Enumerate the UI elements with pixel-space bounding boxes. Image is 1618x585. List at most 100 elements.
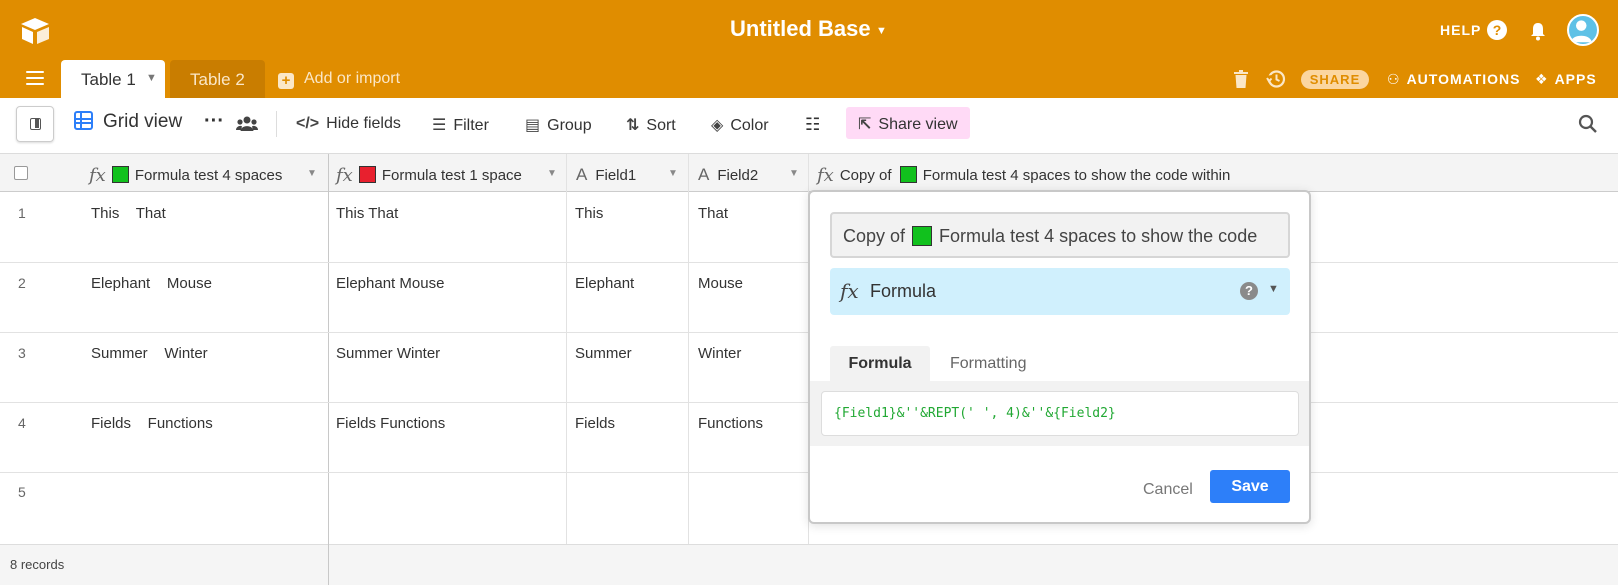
column-name: Formula test 4 spaces (134, 167, 283, 184)
cancel-button[interactable]: Cancel (1143, 481, 1193, 499)
table-cell[interactable]: Fields (575, 415, 615, 432)
table-cell[interactable]: This That (336, 205, 398, 222)
row-divider (1311, 332, 1618, 333)
base-title-chevron-down-icon[interactable]: ▼ (876, 25, 887, 37)
hide-fields-button[interactable]: </> Hide fields (296, 115, 401, 133)
column-header-copy-of-formula[interactable]: fx Copy of Formula test 4 spaces to show … (817, 154, 1617, 192)
table-cell[interactable]: Fields Functions (336, 415, 445, 432)
table-cell[interactable]: That (698, 205, 728, 222)
share-view-button[interactable]: ⇱ Share view (846, 107, 970, 139)
group-button[interactable]: ▤ Group (525, 115, 592, 135)
column-divider (688, 154, 689, 544)
column-chevron-down-icon[interactable]: ▼ (789, 168, 799, 179)
automations-button[interactable]: ⚇ AUTOMATIONS (1387, 71, 1520, 88)
tab-formatting[interactable]: Formatting (950, 355, 1026, 373)
save-button[interactable]: Save (1210, 470, 1290, 503)
column-chevron-down-icon[interactable]: ▼ (547, 168, 557, 179)
row-divider (0, 332, 810, 333)
table-cell[interactable]: Elephant (575, 275, 634, 292)
field-name-input[interactable]: Copy of Formula test 4 spaces to show the… (830, 212, 1290, 258)
color-button[interactable]: ◈ Color (711, 115, 769, 135)
more-icon[interactable]: ··· (204, 110, 224, 133)
row-divider (0, 262, 810, 263)
automations-label: AUTOMATIONS (1406, 71, 1521, 87)
red-square-icon (358, 166, 376, 183)
search-icon[interactable] (1578, 114, 1598, 134)
table-cell[interactable]: Fields Functions (91, 415, 213, 432)
add-or-import-button[interactable]: + Add or import (278, 70, 400, 89)
column-header-formula-test-1-space[interactable]: fx Formula test 1 space ▼ (336, 154, 566, 192)
frozen-column-divider (328, 154, 329, 585)
tab-chevron-down-icon[interactable]: ▼ (146, 72, 157, 84)
row-divider (1311, 262, 1618, 263)
field-type-label: Formula (870, 281, 937, 301)
column-name-suffix: Formula test 4 spaces to show the code w… (922, 167, 1231, 184)
field-editor-popup: Copy of Formula test 4 spaces to show the… (808, 190, 1311, 524)
hide-fields-icon: </> (296, 115, 320, 132)
table-cell[interactable]: Mouse (698, 275, 743, 292)
help-icon[interactable]: ? (1487, 20, 1507, 40)
record-count: 8 records (10, 557, 65, 572)
row-number: 4 (18, 415, 26, 431)
history-icon[interactable] (1266, 69, 1286, 89)
toolbar-divider (276, 111, 277, 137)
bell-icon[interactable] (1527, 20, 1549, 42)
share-view-icon: ⇱ (858, 116, 872, 133)
sort-button[interactable]: ⇅ Sort (626, 115, 676, 135)
table-cell[interactable]: Functions (698, 415, 763, 432)
table-cell[interactable]: Summer Winter (91, 345, 208, 362)
view-name: Grid view (103, 111, 183, 132)
base-title[interactable]: Untitled Base (730, 16, 871, 42)
text-field-icon: A (698, 165, 710, 184)
select-all-checkbox[interactable] (14, 166, 28, 180)
app-header: Untitled Base ▼ HELP ? Table 1 ▼ Table 2… (0, 0, 1618, 98)
field-name-prefix: Copy of (843, 226, 906, 246)
filter-button[interactable]: ☰ Filter (432, 115, 489, 135)
row-number: 3 (18, 345, 26, 361)
tab-table-1[interactable]: Table 1 ▼ (61, 60, 165, 98)
share-button[interactable]: SHARE (1301, 70, 1369, 89)
green-square-icon (111, 166, 129, 183)
sort-icon: ⇅ (626, 117, 640, 134)
field-type-select[interactable]: fx Formula ? ▼ (830, 268, 1290, 315)
sidebar-toggle-icon[interactable] (16, 106, 54, 142)
table-cell[interactable]: Winter (698, 345, 741, 362)
airtable-logo-icon[interactable] (18, 16, 52, 46)
table-cell[interactable]: This (575, 205, 603, 222)
column-header-field1[interactable]: A Field1 ▼ (576, 154, 688, 192)
table-cell[interactable]: This That (91, 205, 166, 222)
formula-field-icon: fx (817, 165, 834, 186)
trash-icon[interactable] (1234, 70, 1248, 88)
help-icon[interactable]: ? (1240, 282, 1258, 300)
formula-input[interactable]: {Field1}&''&REPT(' ', 4)&''&{Field2} (821, 391, 1299, 436)
view-switcher[interactable]: Grid view (74, 111, 182, 133)
color-label: Color (730, 117, 769, 134)
table-cell[interactable]: Elephant Mouse (91, 275, 212, 292)
help-link[interactable]: HELP (1440, 22, 1481, 38)
frozen-column-divider (328, 544, 329, 585)
column-header-formula-test-4-spaces[interactable]: fx Formula test 4 spaces ▼ (89, 154, 318, 192)
user-avatar-icon[interactable] (1567, 14, 1599, 46)
sort-label: Sort (646, 117, 676, 134)
tab-label: Table 1 (81, 70, 136, 89)
row-height-icon[interactable]: ☷ (805, 115, 820, 135)
view-toolbar: Grid view ··· </> Hide fields ☰ Filter ▤ Gr… (0, 98, 1618, 154)
column-header-field2[interactable]: A Field2 ▼ (698, 154, 802, 192)
apps-button[interactable]: ❖ APPS (1535, 71, 1597, 88)
table-cell[interactable]: Summer (575, 345, 632, 362)
row-divider (1311, 472, 1618, 473)
table-cell[interactable]: Summer Winter (336, 345, 440, 362)
apps-icon: ❖ (1535, 71, 1549, 87)
table-cell[interactable]: Elephant Mouse (336, 275, 444, 292)
apps-label: APPS (1554, 71, 1597, 87)
collaborators-icon[interactable] (236, 115, 258, 133)
row-divider (0, 402, 810, 403)
chevron-down-icon[interactable]: ▼ (1268, 283, 1279, 295)
automations-icon: ⚇ (1387, 71, 1401, 87)
color-icon: ◈ (711, 117, 724, 134)
column-chevron-down-icon[interactable]: ▼ (668, 168, 678, 179)
menu-icon[interactable] (26, 71, 44, 85)
column-chevron-down-icon[interactable]: ▼ (307, 168, 317, 179)
tab-table-2[interactable]: Table 2 (170, 60, 265, 98)
tab-formula[interactable]: Formula (830, 346, 930, 381)
